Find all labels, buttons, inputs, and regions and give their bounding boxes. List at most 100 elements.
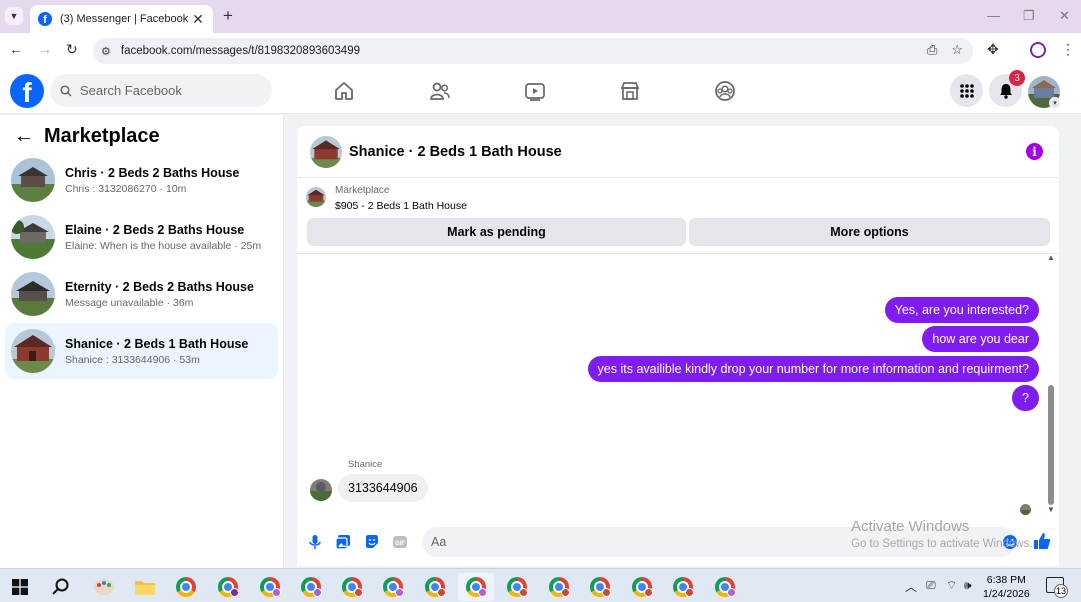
- chat-avatar[interactable]: [310, 135, 342, 168]
- facebook-header: f 3: [0, 68, 1081, 114]
- chrome-profile-taskbar-icon[interactable]: [665, 573, 701, 601]
- chat-title[interactable]: Shanice · 2 Beds 1 Bath House: [349, 144, 562, 160]
- profile-icon[interactable]: [1030, 42, 1046, 58]
- friends-icon[interactable]: [429, 80, 451, 102]
- chrome-profile-taskbar-icon[interactable]: [210, 573, 246, 601]
- volume-icon[interactable]: 🕪: [964, 578, 972, 593]
- start-button[interactable]: [2, 573, 38, 601]
- reload-icon[interactable]: ↻: [66, 41, 78, 58]
- conversation-preview: Elaine: When is the house available · 25…: [65, 239, 262, 252]
- listing-price-title[interactable]: $905 - 2 Beds 1 Bath House: [335, 200, 467, 212]
- clock-date: 1/24/2026: [983, 588, 1030, 600]
- chrome-taskbar-icon[interactable]: [168, 573, 204, 601]
- mark-as-pending-button[interactable]: Mark as pending: [307, 218, 686, 246]
- chrome-profile-taskbar-icon[interactable]: [541, 573, 577, 601]
- listing-mini-thumbnail[interactable]: [306, 187, 326, 207]
- url-text: facebook.com/messages/t/8198320893603499: [120, 45, 360, 57]
- restore-icon[interactable]: ❐: [1023, 8, 1035, 24]
- search-input[interactable]: [80, 83, 260, 98]
- chrome-profile-taskbar-icon[interactable]: [582, 573, 618, 601]
- gif-icon[interactable]: GIF: [392, 534, 408, 550]
- scrollbar-thumb[interactable]: [1048, 385, 1054, 505]
- bookmark-star-icon[interactable]: ☆: [951, 42, 963, 58]
- panel-title: Marketplace: [44, 125, 160, 147]
- marketplace-listing-bar: Marketplace $905 - 2 Beds 1 Bath House M…: [297, 178, 1059, 254]
- facebook-logo-icon[interactable]: f: [10, 74, 44, 108]
- bell-icon: [999, 83, 1012, 99]
- windows-logo-icon: [12, 579, 28, 595]
- video-icon[interactable]: [524, 80, 546, 102]
- listing-thumbnail: [11, 215, 55, 259]
- seen-receipt-avatar: [1020, 504, 1031, 515]
- search-taskbar-button[interactable]: [43, 573, 79, 601]
- tab-title: (3) Messenger | Facebook: [60, 13, 189, 25]
- conversation-item-shanice[interactable]: Shanice · 2 Beds 1 Bath House Shanice : …: [5, 323, 278, 379]
- show-hidden-icons-chevron-icon[interactable]: ︿: [905, 578, 917, 595]
- wifi-icon[interactable]: ⌔: [946, 578, 957, 593]
- outgoing-message[interactable]: how are you dear: [922, 326, 1039, 352]
- svg-text:GIF: GIF: [395, 541, 405, 547]
- extensions-icon[interactable]: ✥: [987, 41, 999, 58]
- microphone-icon[interactable]: [307, 534, 323, 550]
- browser-tab[interactable]: f (3) Messenger | Facebook ✕: [30, 5, 213, 33]
- sender-avatar[interactable]: [310, 479, 332, 501]
- chat-panel: Shanice · 2 Beds 1 Bath House i Marketpl…: [297, 126, 1059, 566]
- address-bar[interactable]: ⚙ facebook.com/messages/t/81983208936034…: [93, 38, 973, 64]
- outgoing-message[interactable]: Yes, are you interested?: [884, 297, 1039, 323]
- chrome-profile-taskbar-icon[interactable]: [707, 573, 743, 601]
- more-options-button[interactable]: More options: [689, 218, 1050, 246]
- chat-header: Shanice · 2 Beds 1 Bath House i: [297, 126, 1059, 178]
- scroll-up-arrow-icon[interactable]: ▲: [1047, 253, 1055, 262]
- conversation-item-elaine[interactable]: Elaine · 2 Beds 2 Baths House Elaine: Wh…: [5, 209, 278, 265]
- tray-app-icon[interactable]: ⎚: [926, 578, 936, 593]
- back-arrow-icon[interactable]: ←: [9, 41, 23, 57]
- chrome-profile-taskbar-icon[interactable]: [624, 573, 660, 601]
- windows-taskbar: ︿ ⎚ ⌔ 🕪 6:38 PM 1/24/2026 13: [0, 568, 1081, 602]
- panel-header: ← Marketplace: [14, 125, 160, 148]
- listing-thumbnail: [11, 272, 55, 316]
- conversation-title: Elaine · 2 Beds 2 Baths House: [65, 222, 245, 237]
- watermark-title: Activate Windows: [851, 518, 970, 535]
- new-tab-button[interactable]: +: [223, 6, 233, 26]
- menu-grid-button[interactable]: [950, 74, 983, 107]
- conversation-item-chris[interactable]: Chris · 2 Beds 2 Baths House Chris : 313…: [5, 152, 278, 208]
- back-arrow-icon[interactable]: ←: [14, 125, 34, 148]
- account-caret-icon[interactable]: ▾: [1049, 97, 1061, 109]
- tab-search-button[interactable]: ▼: [5, 7, 23, 25]
- conversation-item-eternity[interactable]: Eternity · 2 Beds 2 Baths House Message …: [5, 266, 278, 322]
- groups-icon[interactable]: [714, 80, 736, 102]
- search-icon: [52, 578, 69, 595]
- chrome-profile-taskbar-icon[interactable]: [252, 573, 288, 601]
- scroll-down-arrow-icon[interactable]: ▼: [1047, 505, 1055, 514]
- photo-icon[interactable]: [335, 534, 351, 550]
- outgoing-message[interactable]: ?: [1012, 385, 1039, 411]
- chrome-profile-taskbar-icon[interactable]: [375, 573, 411, 601]
- chrome-profile-taskbar-icon[interactable]: [417, 573, 453, 601]
- chrome-profile-taskbar-icon[interactable]: [458, 573, 494, 601]
- thumbs-up-icon[interactable]: [1033, 532, 1051, 550]
- forward-arrow-icon[interactable]: →: [38, 41, 52, 57]
- site-settings-icon[interactable]: ⚙: [101, 45, 111, 58]
- info-icon[interactable]: i: [1026, 143, 1043, 160]
- sticker-icon[interactable]: [364, 534, 380, 550]
- menu-grid-icon: [959, 83, 974, 98]
- message-scrollbar[interactable]: ▲ ▼: [1047, 253, 1055, 517]
- taskbar-clock[interactable]: 6:38 PM 1/24/2026: [983, 573, 1030, 601]
- marketplace-icon[interactable]: [619, 80, 641, 102]
- paint-app-icon[interactable]: [86, 573, 122, 601]
- chrome-profile-taskbar-icon[interactable]: [334, 573, 370, 601]
- outgoing-message[interactable]: yes its availible kindly drop your numbe…: [587, 356, 1039, 382]
- chrome-profile-taskbar-icon[interactable]: [499, 573, 535, 601]
- minimize-icon[interactable]: —: [987, 8, 1000, 23]
- incoming-message[interactable]: 3133644906: [338, 474, 428, 502]
- tab-close-icon[interactable]: ✕: [191, 11, 205, 28]
- home-icon[interactable]: [333, 80, 355, 102]
- conversation-preview: Chris : 3132086270 · 10m: [65, 182, 187, 195]
- chrome-profile-taskbar-icon[interactable]: [293, 573, 329, 601]
- close-window-icon[interactable]: ✕: [1059, 8, 1070, 24]
- install-app-icon[interactable]: ⎙: [927, 42, 937, 58]
- file-explorer-icon[interactable]: [127, 573, 163, 601]
- browser-menu-icon[interactable]: ⋮: [1061, 41, 1075, 58]
- search-bar[interactable]: [50, 74, 272, 107]
- message-thread: Yes, are you interested? how are you dea…: [297, 253, 1059, 517]
